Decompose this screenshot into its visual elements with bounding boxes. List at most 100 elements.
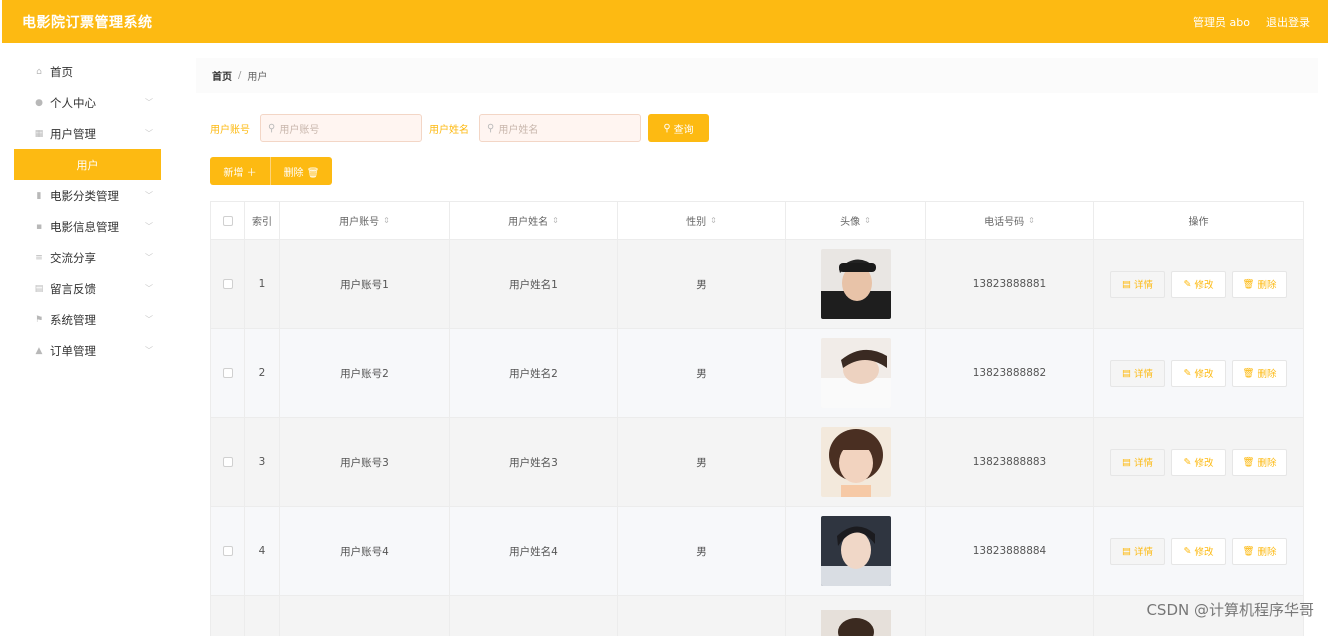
row-check-cell bbox=[210, 507, 245, 595]
row-check-cell bbox=[210, 418, 245, 506]
sidebar-subitem-users[interactable]: 用户 bbox=[14, 149, 161, 180]
edit-button[interactable]: ✎ 修改 bbox=[1171, 360, 1226, 387]
header-label: 头像 bbox=[840, 213, 860, 228]
header-avatar[interactable]: 头像 ⇕ bbox=[786, 202, 926, 239]
select-all-cell bbox=[210, 202, 245, 239]
search-bar: 用户账号 ⚲ 用户账号 用户姓名 ⚲ 用户姓名 ⚲ 查询 bbox=[210, 114, 709, 142]
header-account[interactable]: 用户账号 ⇕ bbox=[280, 202, 450, 239]
sidebar-item-label: 用户管理 bbox=[50, 126, 96, 142]
edit-icon: ✎ bbox=[1184, 279, 1195, 290]
table-row: 1 用户账号1 用户姓名1 男 13823888881 ▤ 详情 ✎ 修改 🗑 … bbox=[210, 240, 1304, 329]
edit-button[interactable]: ✎ 修改 bbox=[1171, 538, 1226, 565]
sort-icon[interactable]: ⇕ bbox=[383, 216, 390, 225]
row-phone bbox=[926, 596, 1094, 636]
sidebar-item-movie-info[interactable]: ▪ 电影信息管理 ﹀ bbox=[14, 211, 161, 242]
sidebar-item-home[interactable]: ⌂ 首页 bbox=[14, 56, 161, 87]
flag-icon: ⚑ bbox=[32, 315, 46, 325]
sidebar-item-feedback[interactable]: ▤ 留言反馈 ﹀ bbox=[14, 273, 161, 304]
table-row: 2 用户账号2 用户姓名2 男 13823888882 ▤ 详情 ✎ 修改 🗑 … bbox=[210, 329, 1304, 418]
sidebar-item-movie-category[interactable]: ▮ 电影分类管理 ﹀ bbox=[14, 180, 161, 211]
delete-button[interactable]: 🗑 删除 bbox=[1232, 360, 1287, 387]
logout-link[interactable]: 退出登录 bbox=[1266, 14, 1310, 30]
sidebar-item-user-management[interactable]: ▦ 用户管理 ﹀ bbox=[14, 118, 161, 149]
row-name: 用户姓名1 bbox=[450, 240, 618, 328]
row-checkbox[interactable] bbox=[223, 368, 233, 378]
header-user-area: 管理员 abo 退出登录 bbox=[1193, 14, 1310, 30]
select-all-checkbox[interactable] bbox=[223, 216, 233, 226]
edit-button[interactable]: ✎ 修改 bbox=[1171, 449, 1226, 476]
sidebar-item-label: 订单管理 bbox=[50, 343, 96, 359]
header-sex[interactable]: 性别 ⇕ bbox=[618, 202, 786, 239]
sidebar-item-system[interactable]: ⚑ 系统管理 ﹀ bbox=[14, 304, 161, 335]
row-sex: 男 bbox=[618, 418, 786, 506]
row-phone: 13823888882 bbox=[926, 329, 1094, 417]
sort-icon[interactable]: ⇕ bbox=[864, 216, 871, 225]
sidebar-item-label: 首页 bbox=[50, 64, 73, 80]
sort-icon[interactable]: ⇕ bbox=[552, 216, 559, 225]
top-header: 电影院订票管理系统 管理员 abo 退出登录 bbox=[2, 0, 1328, 43]
query-button[interactable]: ⚲ 查询 bbox=[648, 114, 709, 142]
sidebar-item-share[interactable]: ≡ 交流分享 ﹀ bbox=[14, 242, 161, 273]
user-icon: ● bbox=[32, 98, 46, 108]
row-name bbox=[450, 596, 618, 636]
header-phone[interactable]: 电话号码⇕ bbox=[926, 202, 1094, 239]
apps-icon: ▪ bbox=[32, 222, 46, 232]
avatar[interactable] bbox=[821, 610, 891, 636]
users-table: 索引 用户账号⇕ 用户姓名⇕ 性别⇕ 头像⇕ 电话号码⇕ 操作 1 用户账号1 … bbox=[210, 201, 1304, 636]
search-icon: ⚲ bbox=[487, 123, 494, 134]
detail-button[interactable]: ▤ 详情 bbox=[1110, 449, 1165, 476]
edit-icon: ✎ bbox=[1184, 546, 1195, 557]
row-avatar-cell bbox=[786, 329, 926, 417]
avatar[interactable] bbox=[821, 516, 891, 586]
sidebar: ⌂ 首页 ● 个人中心 ﹀ ▦ 用户管理 ﹀ 用户 ▮ 电影分类管理 ﹀ ▪ 电… bbox=[14, 56, 161, 366]
delete-button[interactable]: 🗑 删除 bbox=[1232, 449, 1287, 476]
header-label: 性别 bbox=[686, 213, 706, 228]
admin-name[interactable]: 管理员 abo bbox=[1193, 14, 1250, 30]
edit-label: 修改 bbox=[1194, 366, 1213, 380]
message-icon: ▤ bbox=[32, 284, 46, 294]
name-search-input[interactable]: ⚲ 用户姓名 bbox=[479, 114, 641, 142]
trash-icon: 🗑 bbox=[1242, 368, 1257, 379]
sidebar-item-profile[interactable]: ● 个人中心 ﹀ bbox=[14, 87, 161, 118]
table-row: 4 用户账号4 用户姓名4 男 13823888884 ▤ 详情 ✎ 修改 🗑 … bbox=[210, 507, 1304, 596]
row-name: 用户姓名3 bbox=[450, 418, 618, 506]
header-name[interactable]: 用户姓名⇕ bbox=[450, 202, 618, 239]
header-label: 用户账号 bbox=[339, 213, 379, 228]
trash-icon: 🗑 bbox=[1242, 546, 1257, 557]
row-checkbox[interactable] bbox=[223, 546, 233, 556]
chevron-down-icon: ﹀ bbox=[145, 221, 153, 232]
delete-button[interactable]: 🗑 删除 bbox=[1232, 538, 1287, 565]
sort-icon[interactable]: ⇕ bbox=[710, 216, 717, 225]
delete-label: 删除 bbox=[1258, 277, 1277, 291]
breadcrumb-home[interactable]: 首页 bbox=[212, 68, 232, 83]
row-actions: ▤ 详情 ✎ 修改 🗑 删除 bbox=[1094, 418, 1304, 506]
delete-button[interactable]: 🗑 删除 bbox=[1232, 271, 1287, 298]
detail-button[interactable]: ▤ 详情 bbox=[1110, 360, 1165, 387]
row-checkbox[interactable] bbox=[223, 279, 233, 289]
bar-chart-icon: ▮ bbox=[32, 191, 46, 201]
name-search-placeholder: 用户姓名 bbox=[498, 121, 538, 136]
sidebar-item-orders[interactable]: ▲ 订单管理 ﹀ bbox=[14, 335, 161, 366]
row-check-cell bbox=[210, 329, 245, 417]
detail-button[interactable]: ▤ 详情 bbox=[1110, 538, 1165, 565]
header-index: 索引 bbox=[245, 202, 280, 239]
add-button[interactable]: 新增 ＋ bbox=[210, 157, 270, 185]
row-check-cell bbox=[210, 240, 245, 328]
avatar[interactable] bbox=[821, 427, 891, 497]
row-avatar-cell bbox=[786, 418, 926, 506]
sort-icon[interactable]: ⇕ bbox=[1028, 216, 1035, 225]
avatar[interactable] bbox=[821, 338, 891, 408]
row-sex bbox=[618, 596, 786, 636]
row-checkbox[interactable] bbox=[223, 457, 233, 467]
detail-label: 详情 bbox=[1134, 455, 1153, 469]
row-avatar-cell bbox=[786, 507, 926, 595]
avatar[interactable] bbox=[821, 249, 891, 319]
account-search-input[interactable]: ⚲ 用户账号 bbox=[260, 114, 422, 142]
detail-button[interactable]: ▤ 详情 bbox=[1110, 271, 1165, 298]
edit-button[interactable]: ✎ 修改 bbox=[1171, 271, 1226, 298]
breadcrumb: 首页 / 用户 bbox=[196, 58, 1318, 93]
row-actions: ▤ 详情 ✎ 修改 🗑 删除 bbox=[1094, 507, 1304, 595]
row-account: 用户账号3 bbox=[280, 418, 450, 506]
table-header-row: 索引 用户账号⇕ 用户姓名⇕ 性别⇕ 头像⇕ 电话号码⇕ 操作 bbox=[210, 201, 1304, 240]
batch-delete-button[interactable]: 删除 🗑 bbox=[270, 157, 332, 185]
